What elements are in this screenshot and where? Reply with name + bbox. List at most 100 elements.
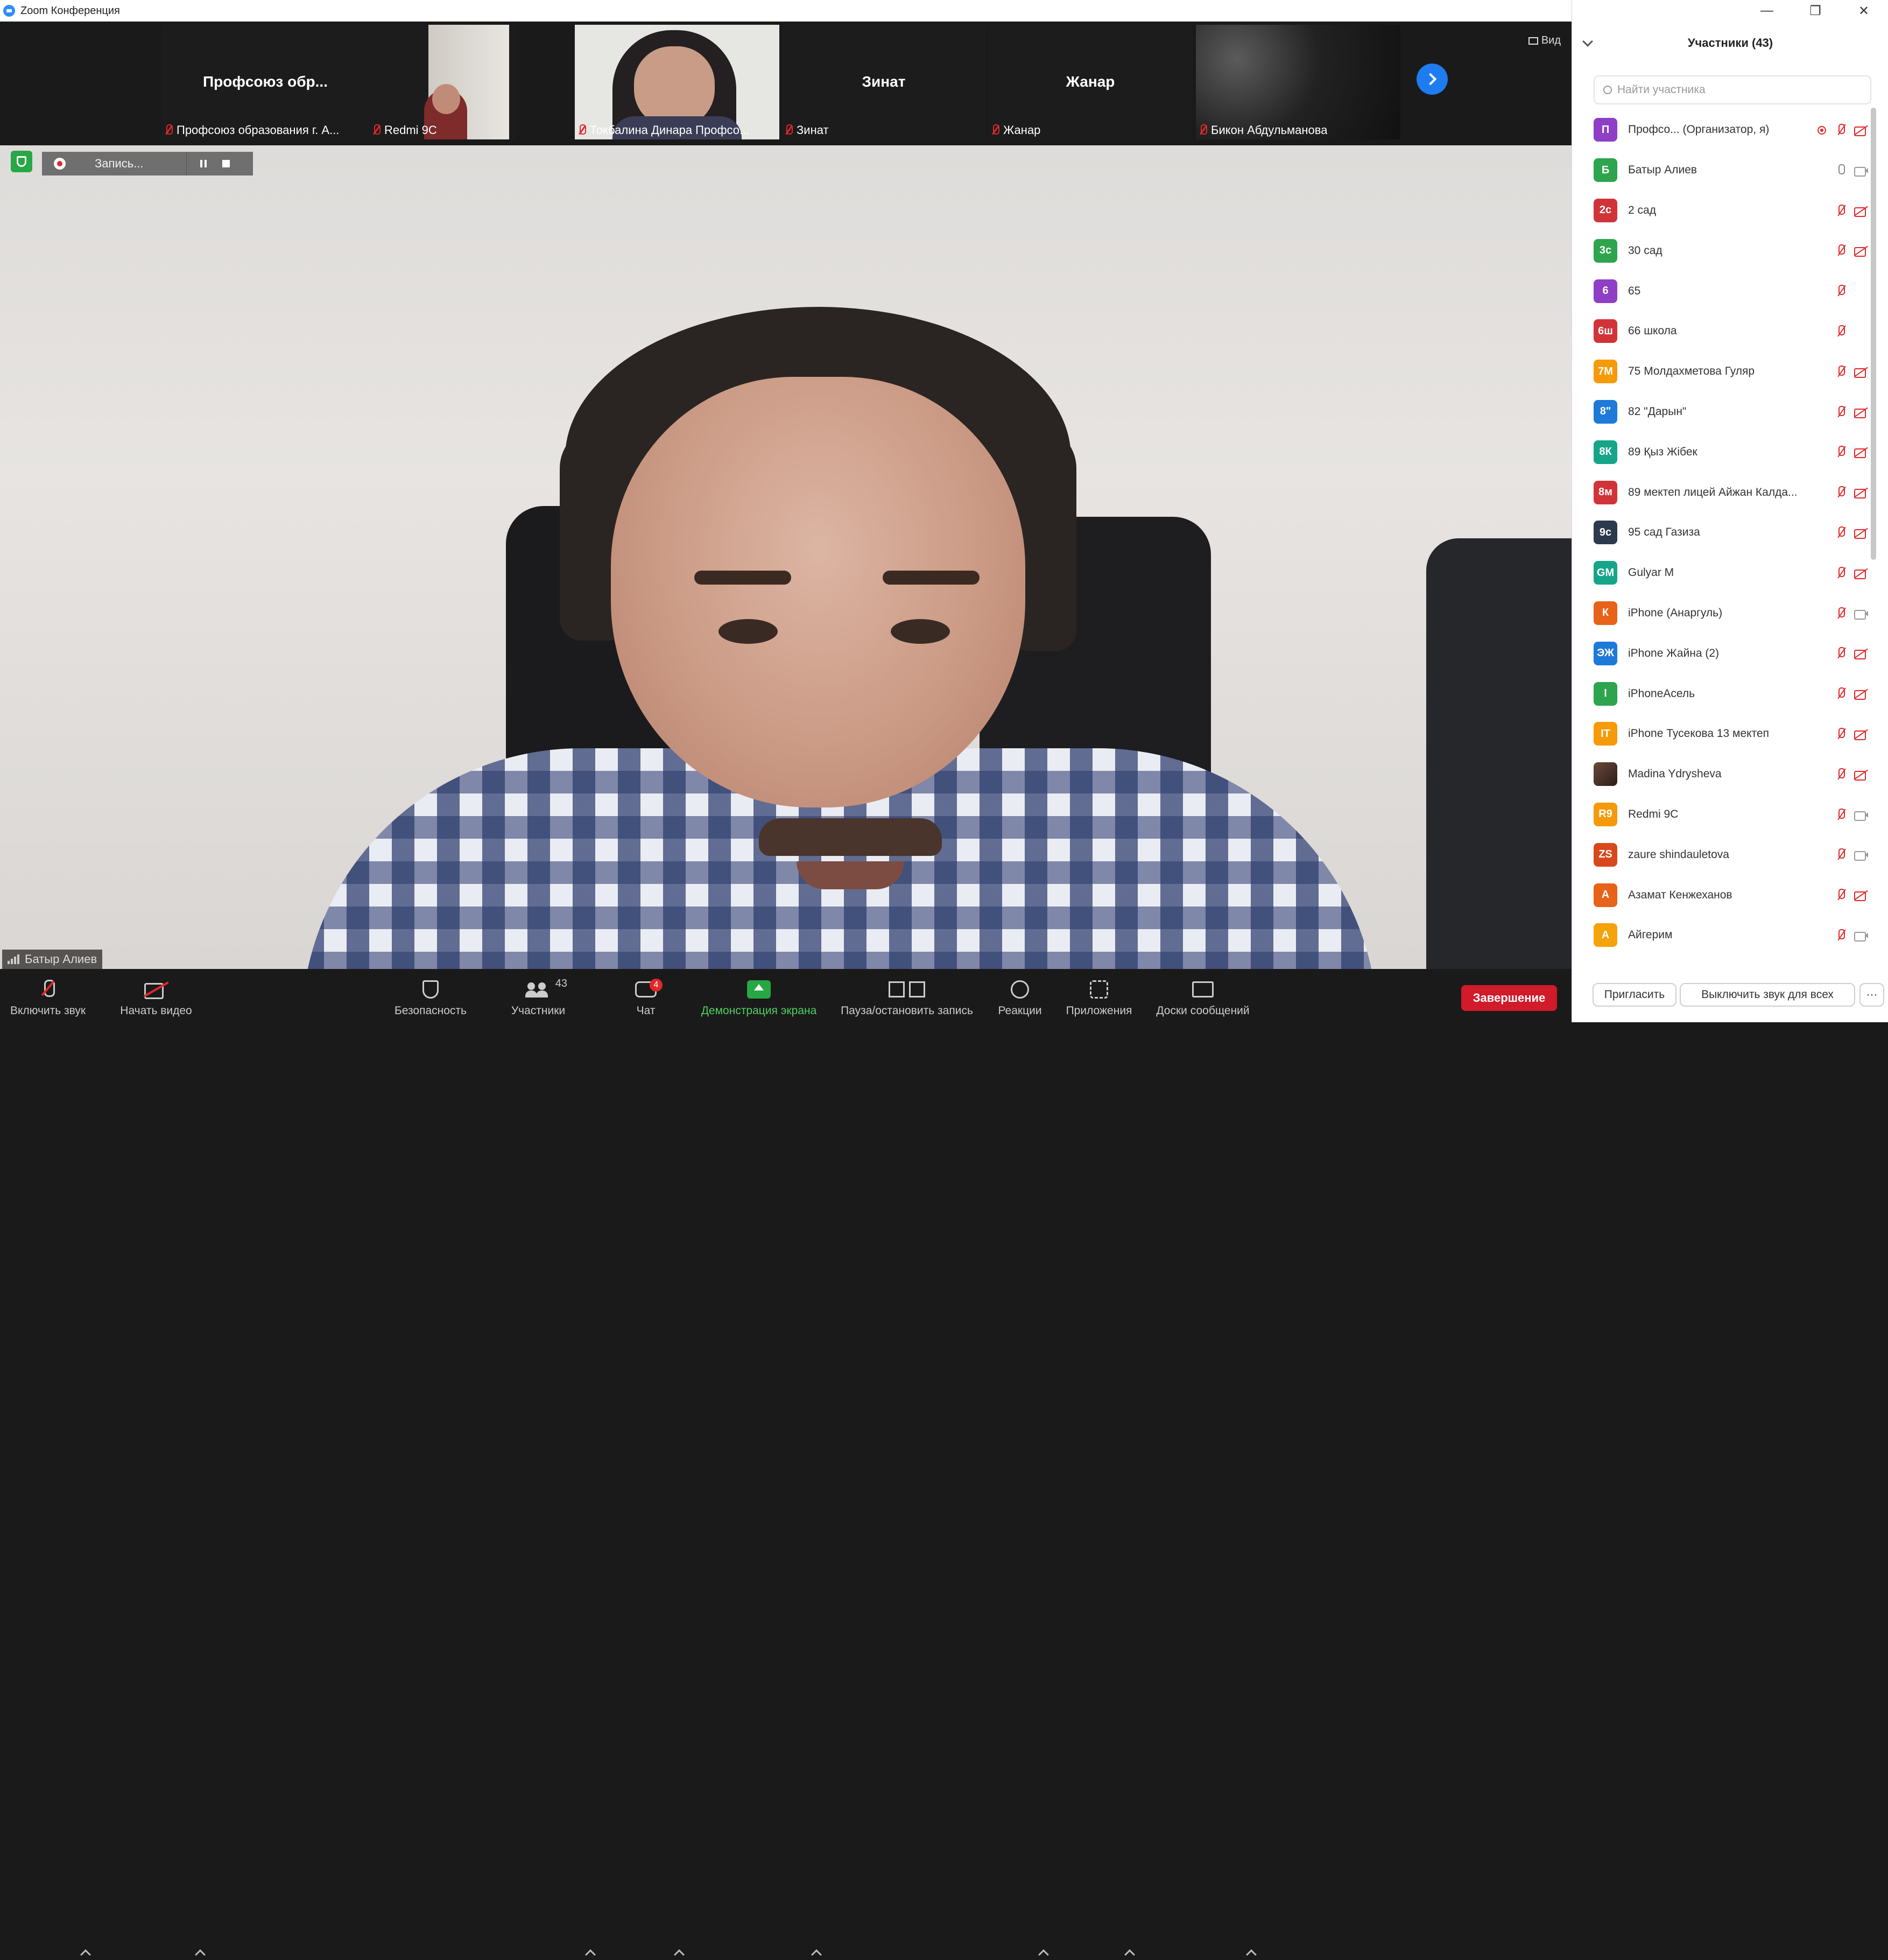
video-off-icon[interactable] <box>1854 407 1868 418</box>
start-video-button[interactable]: Начать видео <box>113 972 199 1021</box>
video-tile[interactable]: Бикон Абдульманова <box>1196 25 1400 139</box>
mic-muted-icon[interactable] <box>1836 848 1847 861</box>
video-on-icon[interactable] <box>1854 849 1868 861</box>
mic-muted-icon[interactable] <box>1836 405 1847 419</box>
video-tile[interactable]: Redmi 9C <box>369 25 516 139</box>
participant-row[interactable]: R9 Redmi 9C <box>1572 795 1873 835</box>
apps-options-caret-icon[interactable] <box>1124 1949 1135 1960</box>
video-off-icon[interactable] <box>1854 206 1868 217</box>
mic-muted-icon[interactable] <box>1836 889 1847 902</box>
video-on-icon[interactable] <box>1854 165 1868 177</box>
video-on-icon[interactable] <box>1854 930 1868 942</box>
participant-row[interactable]: IT iPhone Тусекова 13 мектеп <box>1572 714 1873 754</box>
participant-row[interactable]: 6ш 66 школа <box>1572 311 1873 352</box>
mic-muted-icon[interactable] <box>1836 808 1847 821</box>
chat-options-caret-icon[interactable] <box>674 1949 685 1960</box>
video-tile[interactable]: Жанар Жанар <box>988 25 1193 139</box>
mic-muted-icon[interactable] <box>1836 244 1847 257</box>
minimize-button[interactable]: — <box>1743 0 1791 22</box>
unmute-button[interactable]: Включить звук <box>8 972 88 1021</box>
participant-row[interactable]: 8К 89 Қыз Жібек <box>1572 432 1873 472</box>
mic-muted-icon[interactable] <box>1836 768 1847 781</box>
participant-row[interactable]: ZS zaure shindauletova <box>1572 834 1873 875</box>
video-on-icon[interactable] <box>1854 608 1868 620</box>
video-off-icon[interactable] <box>1854 245 1868 257</box>
mic-muted-icon[interactable] <box>1836 727 1847 741</box>
mute-all-button[interactable]: Выключить звук для всех <box>1680 983 1855 1007</box>
participant-row[interactable]: 9с 95 сад Газиза <box>1572 512 1873 553</box>
participant-row[interactable]: Б Батыр Алиев <box>1572 150 1873 191</box>
restore-button[interactable]: ❐ <box>1791 0 1840 22</box>
mic-on-icon[interactable] <box>1836 164 1847 177</box>
mic-muted-icon[interactable] <box>1836 365 1847 378</box>
participant-row[interactable]: А Азамат Кенжеханов <box>1572 875 1873 915</box>
share-options-caret-icon[interactable] <box>811 1949 822 1960</box>
video-off-icon[interactable] <box>1854 568 1868 579</box>
mic-muted-icon[interactable] <box>1836 687 1847 700</box>
stop-recording-button[interactable] <box>215 152 237 175</box>
mic-muted-icon[interactable] <box>1836 607 1847 620</box>
participant-row[interactable]: GM Gulyar M <box>1572 553 1873 593</box>
mic-muted-icon[interactable] <box>1836 124 1847 137</box>
mic-muted-icon[interactable] <box>1836 285 1847 298</box>
participant-row[interactable]: ЭЖ iPhone Жайна (2) <box>1572 633 1873 673</box>
video-off-icon[interactable] <box>1854 890 1868 902</box>
mic-muted-icon[interactable] <box>1836 647 1847 660</box>
mic-muted-icon[interactable] <box>1836 446 1847 459</box>
mic-muted-icon[interactable] <box>1836 325 1847 338</box>
view-button[interactable]: Вид <box>1528 34 1561 47</box>
video-on-icon[interactable] <box>1854 810 1868 821</box>
mic-muted-icon[interactable] <box>1836 566 1847 580</box>
security-button[interactable]: Безопасность <box>388 972 474 1021</box>
participant-row[interactable]: П Профсо... (Организатор, я) <box>1572 110 1873 150</box>
video-tile[interactable]: Зинат Зинат <box>781 25 986 139</box>
participant-row[interactable]: IiPhoneАсель <box>1572 673 1873 714</box>
video-off-icon[interactable] <box>1854 487 1868 499</box>
share-screen-button[interactable]: Демонстрация экрана <box>694 972 823 1021</box>
pause-recording-button[interactable] <box>192 152 215 175</box>
mic-muted-icon[interactable] <box>1836 929 1847 942</box>
encryption-shield-icon[interactable] <box>11 151 32 172</box>
boards-options-caret-icon[interactable] <box>1246 1949 1257 1960</box>
more-options-button[interactable]: ··· <box>1859 983 1884 1007</box>
video-tile[interactable]: Токбалина Динара Профсо... <box>575 25 779 139</box>
participant-row[interactable]: 3с 30 сад <box>1572 230 1873 271</box>
close-button[interactable]: ✕ <box>1840 0 1888 22</box>
participants-scrollbar[interactable] <box>1871 108 1876 560</box>
message-boards-button[interactable]: Доски сообщений <box>1149 972 1257 1021</box>
participant-row[interactable]: КiPhone (Анаргуль) <box>1572 593 1873 634</box>
mic-muted-icon[interactable] <box>1836 526 1847 539</box>
participant-row[interactable]: А Айгерим <box>1572 915 1873 956</box>
participant-row[interactable]: 6 65 <box>1572 271 1873 311</box>
participant-search-input[interactable] <box>1617 83 1854 96</box>
participants-options-caret-icon[interactable] <box>585 1949 596 1960</box>
video-off-icon[interactable] <box>1854 729 1868 740</box>
end-meeting-button[interactable]: Завершение <box>1461 985 1557 1011</box>
mic-muted-icon[interactable] <box>1836 486 1847 499</box>
chat-button[interactable]: 4 Чат <box>624 972 667 1021</box>
video-off-icon[interactable] <box>1854 769 1868 781</box>
audio-options-caret-icon[interactable] <box>80 1949 91 1960</box>
video-tile[interactable]: Профсоюз обр... Профсоюз образования г. … <box>161 25 369 139</box>
participants-button[interactable]: 43 Участники <box>501 972 576 1021</box>
participant-row[interactable]: 8" 82 "Дарын" <box>1572 392 1873 432</box>
participant-row[interactable]: 7М 75 Молдахметова Гуляр <box>1572 352 1873 392</box>
reactions-options-caret-icon[interactable] <box>1038 1949 1049 1960</box>
participant-row[interactable]: 2с 2 сад <box>1572 191 1873 231</box>
participant-search[interactable] <box>1594 75 1871 104</box>
next-page-button[interactable] <box>1417 64 1448 95</box>
video-off-icon[interactable] <box>1854 125 1868 136</box>
apps-button[interactable]: Приложения <box>1061 972 1137 1021</box>
video-options-caret-icon[interactable] <box>195 1949 206 1960</box>
reactions-button[interactable]: Реакции <box>993 972 1047 1021</box>
participant-row[interactable]: 8м 89 мектеп лицей Айжан Калда... <box>1572 472 1873 512</box>
mic-muted-icon[interactable] <box>1836 204 1847 217</box>
video-off-icon[interactable] <box>1854 447 1868 459</box>
video-off-icon[interactable] <box>1854 648 1868 660</box>
participant-row[interactable]: Madina Ydrysheva <box>1572 754 1873 795</box>
video-off-icon[interactable] <box>1854 528 1868 539</box>
pause-stop-recording-button[interactable]: Пауза/остановить запись <box>832 972 982 1021</box>
video-off-icon[interactable] <box>1854 367 1868 378</box>
invite-button[interactable]: Пригласить <box>1593 983 1676 1007</box>
video-off-icon[interactable] <box>1854 689 1868 700</box>
